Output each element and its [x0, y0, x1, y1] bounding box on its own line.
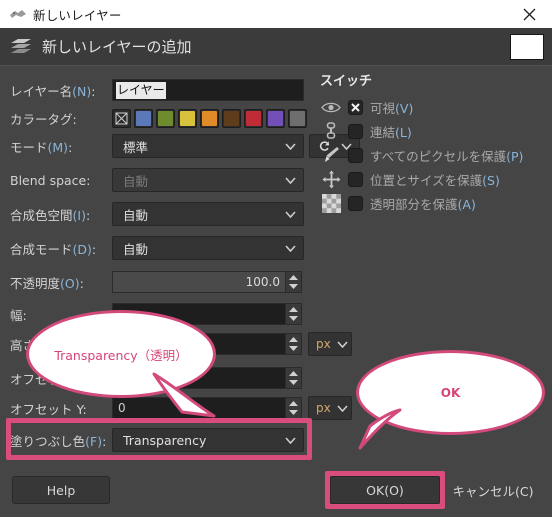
- switch-label-lock-alpha: 透明部分を保護(A): [370, 196, 476, 212]
- composite-mode-label: 合成モード(D):: [10, 241, 97, 257]
- offset-y-unit-dropdown[interactable]: px: [308, 396, 352, 420]
- lock-alpha-checkbox[interactable]: [348, 195, 363, 211]
- color-tag-orange[interactable]: [200, 108, 219, 128]
- callout-bubble-ok-text: OK: [440, 385, 461, 400]
- chevron-down-icon: [285, 176, 296, 184]
- color-tag-red[interactable]: [244, 108, 263, 128]
- field-row-fill-color: 塗りつぶし色(F): Transparency: [0, 428, 304, 452]
- color-tag-green[interactable]: [156, 108, 175, 128]
- composite-space-value: 自動: [123, 207, 149, 223]
- switch-row-visible[interactable]: 可視(V): [318, 95, 552, 119]
- color-tag-swatches: [112, 108, 307, 128]
- color-tag-label: カラータグ:: [10, 111, 77, 127]
- offset-y-unit-value: px: [316, 401, 331, 415]
- color-tag-violet[interactable]: [266, 108, 285, 128]
- callout-bubble-ok: OK: [356, 350, 545, 435]
- link-checkbox[interactable]: [348, 123, 363, 139]
- opacity-value[interactable]: 100.0: [112, 271, 285, 293]
- window-title: 新しいレイヤー: [33, 7, 122, 23]
- color-tag-brown[interactable]: [222, 108, 241, 128]
- opacity-stepper[interactable]: [285, 271, 302, 293]
- fill-color-dropdown[interactable]: Transparency: [112, 428, 304, 452]
- paintbrush-icon: [318, 145, 344, 165]
- switch-label-visible: 可視(V): [370, 100, 414, 116]
- mode-dropdown[interactable]: 標準: [112, 134, 304, 158]
- field-row-blend-space: Blend space: 自動: [0, 168, 304, 192]
- field-row-composite-mode: 合成モード(D): 自動: [0, 236, 304, 260]
- mode-label: モード(M):: [10, 139, 73, 155]
- offset-y-stepper[interactable]: [285, 397, 302, 419]
- switch-row-lock-position[interactable]: 位置とサイズを保護(S): [318, 167, 552, 191]
- composite-mode-value: 自動: [123, 241, 149, 257]
- field-row-mode: モード(M): 標準: [0, 134, 360, 158]
- color-tag-blue[interactable]: [134, 108, 153, 128]
- checkerboard-icon: [318, 193, 344, 213]
- field-row-composite-space: 合成色空間(I): 自動: [0, 202, 304, 226]
- layers-icon: [8, 36, 34, 58]
- field-row-offset-y: オフセット Y: 0 px: [0, 396, 352, 420]
- switches-title: スイッチ: [320, 74, 373, 89]
- height-stepper[interactable]: [285, 333, 302, 355]
- field-row-opacity: 不透明度(O): 100.0: [0, 270, 302, 294]
- switch-row-lock-alpha[interactable]: 透明部分を保護(A): [318, 191, 552, 215]
- callout-bubble-transparency: Transparency（透明）: [26, 310, 216, 398]
- offset-y-value[interactable]: 0: [112, 397, 285, 419]
- chevron-down-icon: [285, 436, 296, 444]
- fill-color-label: 塗りつぶし色(F):: [10, 433, 107, 449]
- offset-y-spinner[interactable]: 0: [112, 397, 302, 419]
- layer-name-value: レイヤー: [116, 81, 166, 99]
- color-tag-none[interactable]: [112, 108, 131, 128]
- help-button[interactable]: Help: [12, 476, 110, 504]
- width-stepper[interactable]: [285, 303, 302, 325]
- opacity-label: 不透明度(O):: [10, 275, 84, 291]
- layer-options-form: レイヤー名(N): レイヤー カラータグ: モード(M): 標準 Blend s…: [0, 66, 360, 471]
- field-row-layer-name: レイヤー名(N): レイヤー: [0, 78, 304, 102]
- ok-button[interactable]: OK(O): [330, 476, 440, 504]
- height-unit-value: px: [316, 337, 331, 351]
- lock-pixels-checkbox[interactable]: [348, 147, 363, 163]
- move-arrows-icon: [318, 169, 344, 189]
- switch-label-lock-position: 位置とサイズを保護(S): [370, 172, 500, 188]
- window-titlebar: 新しいレイヤー: [0, 0, 552, 28]
- gimp-wilber-icon: [9, 7, 27, 21]
- visible-checkbox[interactable]: [348, 99, 363, 115]
- chain-link-icon: [318, 121, 344, 141]
- chevron-down-icon: [285, 244, 296, 252]
- chevron-down-icon: [337, 404, 348, 412]
- chevron-down-icon: [285, 210, 296, 218]
- color-tag-yellow[interactable]: [178, 108, 197, 128]
- offset-x-stepper[interactable]: [285, 367, 302, 389]
- cancel-button[interactable]: キャンセル(C): [443, 476, 543, 504]
- color-tag-gray[interactable]: [288, 108, 307, 128]
- layer-preview-swatch[interactable]: [510, 34, 544, 60]
- composite-mode-dropdown[interactable]: 自動: [112, 236, 304, 260]
- switch-label-link: 連結(L): [370, 124, 412, 140]
- chevron-down-icon: [285, 142, 296, 150]
- close-icon[interactable]: [514, 0, 544, 28]
- new-layer-dialog: 新しいレイヤー 新しいレイヤーの追加 レイヤー名(N): レイヤー カラータグ:…: [0, 0, 552, 517]
- switch-label-lock-pixels: すべてのピクセルを保護(P): [370, 148, 524, 164]
- mode-value: 標準: [123, 139, 149, 155]
- field-row-color-tag: カラータグ:: [0, 106, 307, 130]
- dialog-header: 新しいレイヤーの追加: [0, 28, 552, 66]
- dialog-title: 新しいレイヤーの追加: [42, 38, 192, 56]
- fill-color-value: Transparency: [123, 432, 207, 448]
- composite-space-label: 合成色空間(I):: [10, 207, 91, 223]
- chevron-down-icon: [337, 340, 348, 348]
- switch-row-link[interactable]: 連結(L): [318, 119, 552, 143]
- offset-y-label: オフセット Y:: [10, 401, 87, 417]
- eye-icon: [318, 97, 344, 117]
- blend-space-dropdown[interactable]: 自動: [112, 168, 304, 192]
- blend-space-value: 自動: [123, 173, 149, 189]
- opacity-spinner[interactable]: 100.0: [112, 271, 302, 293]
- layer-name-input[interactable]: レイヤー: [112, 79, 304, 101]
- switch-row-lock-pixels[interactable]: すべてのピクセルを保護(P): [318, 143, 552, 167]
- layer-name-label: レイヤー名(N):: [10, 83, 96, 99]
- lock-position-checkbox[interactable]: [348, 171, 363, 187]
- composite-space-dropdown[interactable]: 自動: [112, 202, 304, 226]
- callout-bubble-transparency-text: Transparency（透明）: [54, 347, 188, 363]
- switches-panel: スイッチ 可視(V) 連結(L) すべてのピクセルを保護(P) 位置とサイズを保…: [318, 70, 552, 215]
- blend-space-label: Blend space:: [10, 172, 91, 188]
- height-unit-dropdown[interactable]: px: [308, 332, 352, 356]
